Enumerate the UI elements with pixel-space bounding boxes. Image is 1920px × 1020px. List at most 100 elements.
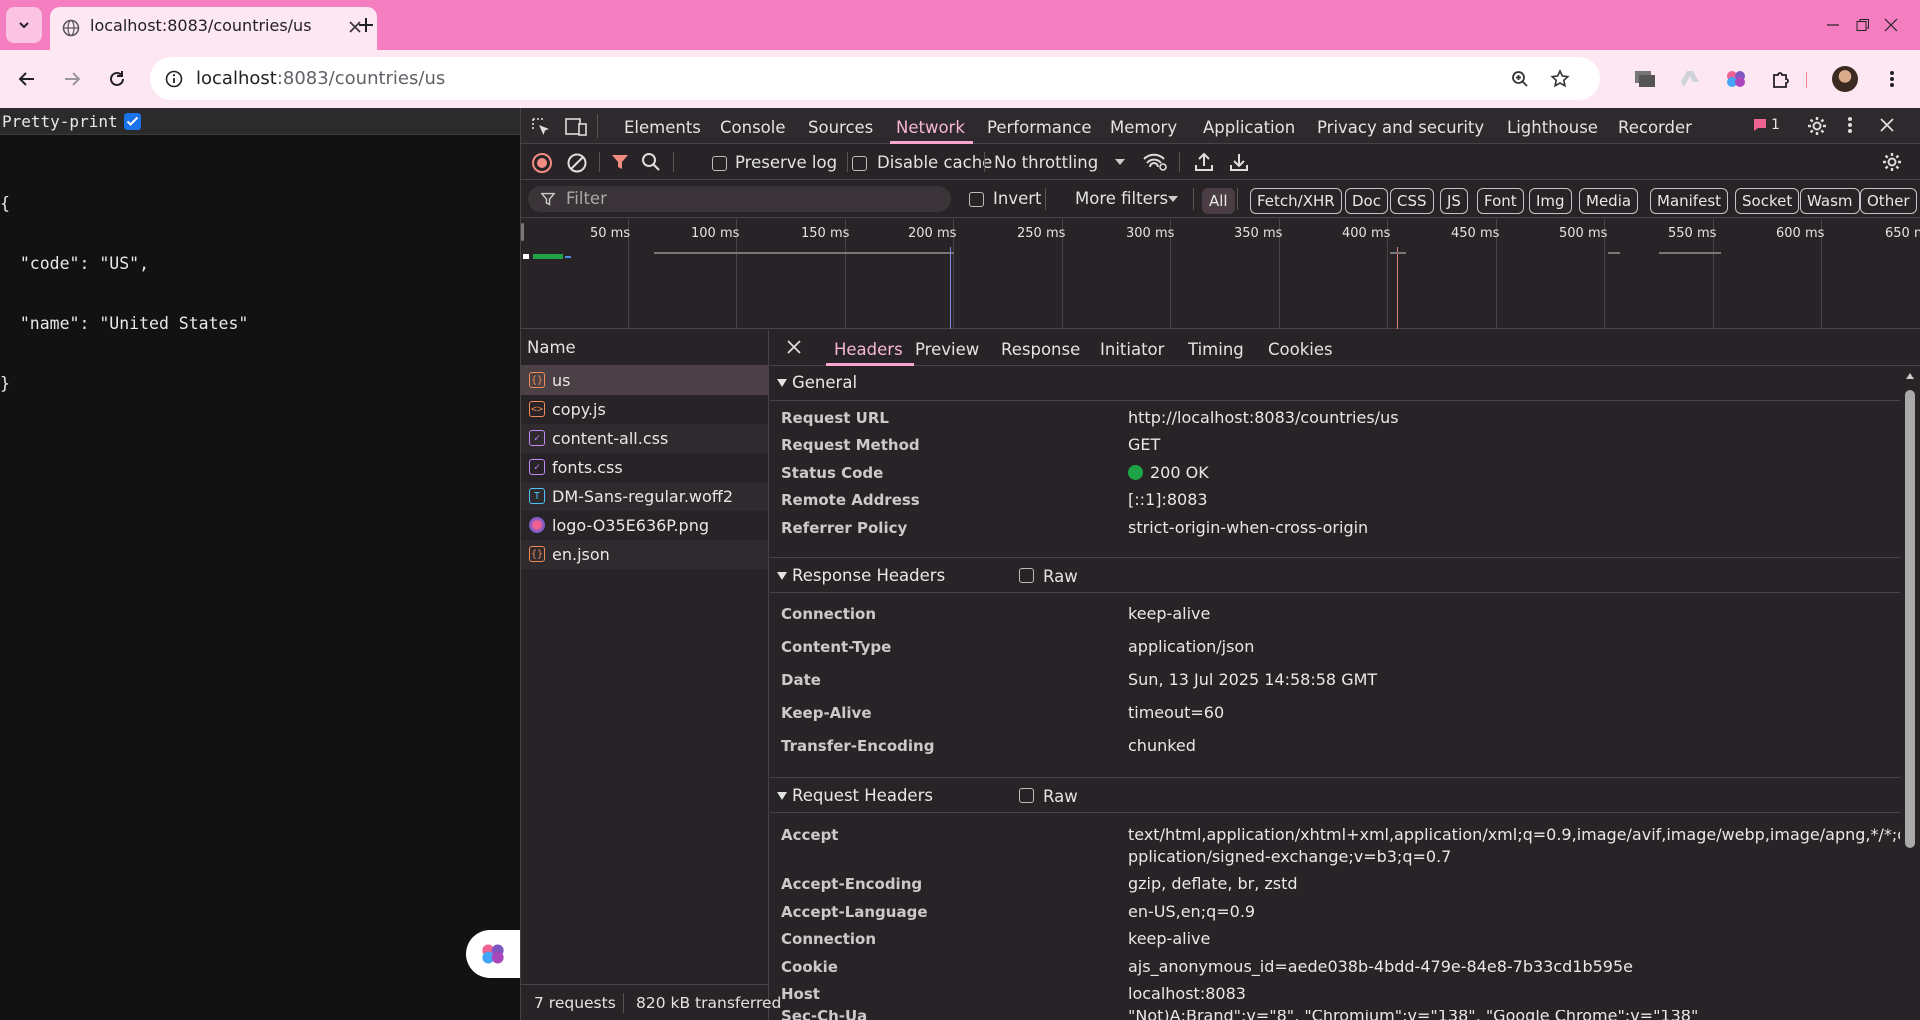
reload-button[interactable] [97,59,137,99]
request-row[interactable]: ✓ fonts.css [521,453,768,482]
pretty-print-checkbox[interactable] [124,113,141,130]
tab-application[interactable]: Application [1203,118,1295,137]
tab-timing[interactable]: Timing [1188,340,1244,359]
more-vertical-icon[interactable] [1847,116,1853,134]
close-window-button[interactable] [1862,0,1920,50]
gear-icon[interactable] [1881,151,1903,173]
preserve-log-checkbox[interactable] [712,156,727,171]
filter-chip-wasm[interactable]: Wasm [1800,188,1860,214]
filter-chip-fetch-xhr[interactable]: Fetch/XHR [1250,188,1342,214]
header-value-continued: pplication/signed-exchange;v=b3;q=0.7 [1128,847,1452,866]
record-stop-icon[interactable] [531,152,553,174]
clear-icon[interactable] [566,152,588,174]
header-value: localhost:8083 [1128,984,1246,1003]
request-row[interactable]: logo-O35E636P.png [521,511,768,540]
extension-brain-button[interactable] [1716,59,1756,99]
filter-chip-css[interactable]: CSS [1390,188,1434,214]
tab-search-button[interactable] [6,7,42,43]
raw-checkbox[interactable] [1019,568,1034,583]
tab-elements[interactable]: Elements [624,118,701,137]
new-tab-button[interactable] [348,7,384,43]
address-bar[interactable]: localhost:8083/countries/us [150,57,1600,100]
disable-cache-checkbox[interactable] [852,156,867,171]
caret-down-icon [1168,196,1178,202]
filter-input[interactable]: Filter [528,186,951,212]
filter-chip-all[interactable]: All [1202,188,1235,214]
issues-counter[interactable]: 1 [1753,117,1780,133]
browser-tab[interactable]: localhost:8083/countries/us [50,7,377,50]
scroll-up-icon[interactable] [1905,372,1915,380]
network-overview-timeline[interactable]: 50 ms 100 ms 150 ms 200 ms 250 ms 300 ms… [521,219,1920,329]
bookmark-button[interactable] [1546,65,1574,93]
filter-icon[interactable] [611,153,629,171]
extension-cast-button[interactable] [1625,59,1665,99]
filter-chip-other[interactable]: Other [1860,188,1917,214]
extension-drive-button[interactable] [1670,59,1710,99]
timeline-range-handle[interactable] [521,223,524,241]
tab-lighthouse[interactable]: Lighthouse [1507,118,1598,137]
header-key: Cookie [781,958,838,976]
tab-console[interactable]: Console [720,118,786,137]
forward-button[interactable] [52,59,92,99]
tab-recorder[interactable]: Recorder [1618,118,1692,137]
filter-chip-img[interactable]: Img [1529,188,1572,214]
tab-headers[interactable]: Headers [834,340,903,359]
reload-icon [110,71,124,86]
close-icon [1884,18,1898,32]
tab-sources[interactable]: Sources [808,118,873,137]
tab-initiator[interactable]: Initiator [1100,340,1164,359]
close-icon[interactable] [1880,118,1894,132]
request-row[interactable]: ✓ content-all.css [521,424,768,453]
tab-privacy-security[interactable]: Privacy and security [1317,118,1484,137]
request-row[interactable]: {} en.json [521,540,768,569]
gear-icon[interactable] [1806,115,1828,137]
profile-button[interactable] [1825,59,1865,99]
filter-chip-manifest[interactable]: Manifest [1650,188,1729,214]
filter-chip-media[interactable]: Media [1579,188,1639,214]
import-har-icon[interactable] [1194,152,1214,172]
tab-network[interactable]: Network [896,118,965,137]
network-conditions-icon[interactable] [1142,152,1168,172]
close-icon[interactable] [787,340,801,354]
device-toolbar-icon[interactable] [565,117,587,137]
inspect-element-icon[interactable] [531,117,551,137]
raw-checkbox[interactable] [1019,788,1034,803]
arrow-left-icon [18,72,34,86]
request-headers-section-header[interactable]: Request Headers Raw [770,777,1900,813]
back-button[interactable] [7,59,47,99]
tab-response[interactable]: Response [1001,340,1080,359]
header-value: application/json [1128,637,1255,656]
timeline-bar [1608,252,1620,254]
tab-performance[interactable]: Performance [987,118,1092,137]
name-column-header[interactable]: Name [521,330,769,366]
invert-checkbox[interactable] [969,192,984,207]
floating-assistant-button[interactable] [466,930,520,978]
request-row[interactable]: {} us [521,366,768,395]
filter-chip-doc[interactable]: Doc [1345,188,1388,214]
filter-chip-js[interactable]: JS [1440,188,1468,214]
tab-cookies[interactable]: Cookies [1268,340,1333,359]
extensions-button[interactable] [1761,59,1801,99]
filter-chip-socket[interactable]: Socket [1735,188,1800,214]
export-har-icon[interactable] [1229,152,1249,172]
general-section-header[interactable]: General [770,365,1900,401]
tab-preview[interactable]: Preview [915,340,979,359]
search-icon[interactable] [641,152,661,172]
plus-icon [359,18,373,32]
json-icon: {} [529,546,545,562]
tab-memory[interactable]: Memory [1110,118,1177,137]
filter-icon [541,192,555,206]
more-filters-dropdown[interactable]: More filters [1075,189,1187,211]
scrollbar-thumb[interactable] [1905,390,1915,848]
request-name: logo-O35E636P.png [552,516,709,535]
request-row[interactable]: T DM-Sans-regular.woff2 [521,482,768,511]
response-headers-section-header[interactable]: Response Headers Raw [770,557,1900,593]
throttling-select[interactable]: No throttling [994,148,1132,176]
request-row[interactable]: <> copy.js [521,395,768,424]
filter-chip-font[interactable]: Font [1477,188,1524,214]
zoom-button[interactable] [1506,65,1534,93]
json-icon: {} [529,372,545,388]
header-key: Connection [781,930,877,948]
menu-button[interactable] [1872,59,1912,99]
site-info-button[interactable] [160,65,188,93]
